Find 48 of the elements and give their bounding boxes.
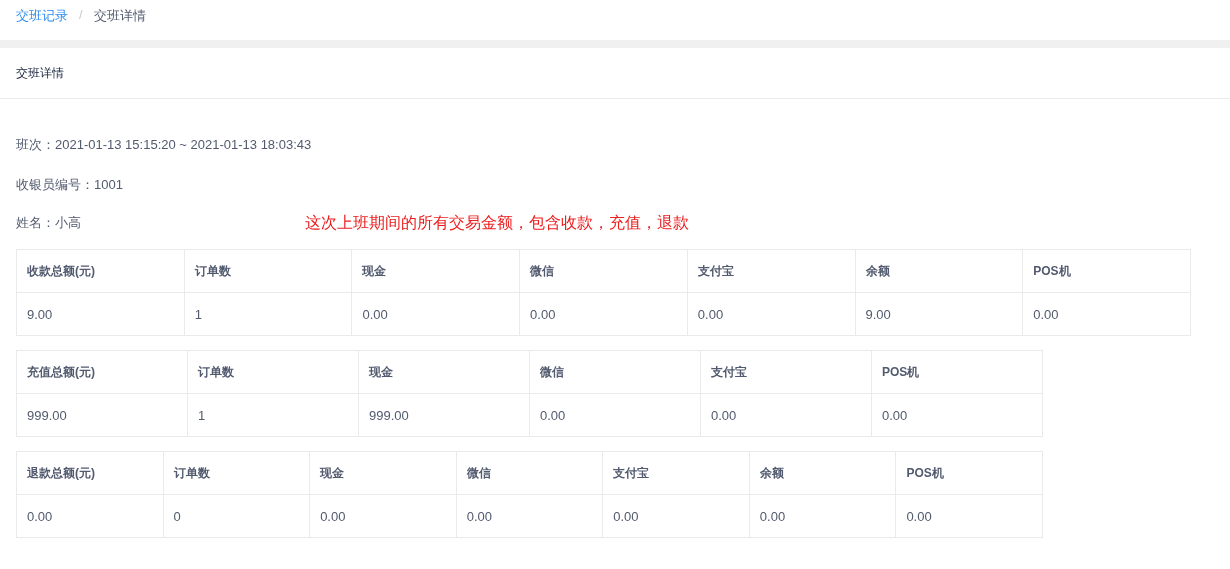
column-header: POS机 [871, 350, 1043, 394]
table-cell: 0.00 [16, 494, 164, 538]
table-cell: 999.00 [358, 393, 530, 437]
column-header: 收款总额(元) [16, 249, 185, 293]
column-header: 充值总额(元) [16, 350, 188, 394]
column-header: 微信 [519, 249, 688, 293]
info-text: 班次：2021-01-13 15:15:20 ~ 2021-01-13 18:03:43 [16, 136, 312, 154]
table-cell: 0.00 [871, 393, 1043, 437]
column-header: 退款总额(元) [16, 451, 164, 495]
table-cell: 0.00 [602, 494, 750, 538]
table-cell: 1 [184, 292, 352, 336]
column-header: 余额 [855, 249, 1023, 293]
column-header: 支付宝 [687, 249, 855, 293]
table-cell: 0.00 [895, 494, 1043, 538]
table-cell: 0.00 [687, 292, 855, 336]
column-header: 订单数 [187, 350, 359, 394]
column-header: 微信 [529, 350, 701, 394]
table-cell: 0.00 [519, 292, 688, 336]
column-header: 支付宝 [700, 350, 872, 394]
table-cell: 0.00 [1022, 292, 1191, 336]
column-header: 余额 [749, 451, 896, 495]
breadcrumb-current: 交班详情 [93, 7, 146, 25]
table-cell: 0.00 [700, 393, 872, 437]
column-header: POS机 [895, 451, 1043, 495]
table-cell: 0.00 [351, 292, 520, 336]
column-header: 现金 [358, 350, 530, 394]
table-cell: 9.00 [855, 292, 1023, 336]
card-title: 交班详情 [16, 64, 64, 82]
info-text: 收银员编号：1001 [16, 176, 123, 194]
column-header: 现金 [351, 249, 520, 293]
table-cell: 999.00 [16, 393, 188, 437]
table-cell: 0.00 [456, 494, 603, 538]
table-cell: 0.00 [529, 393, 701, 437]
breadcrumb-separator: / [79, 7, 83, 22]
table-cell: 0.00 [749, 494, 896, 538]
table-cell: 0 [163, 494, 310, 538]
table-cell: 1 [187, 393, 359, 437]
annotation-text: 这次上班期间的所有交易金额，包含收款，充值，退款 [305, 212, 689, 233]
table-cell: 9.00 [16, 292, 185, 336]
column-header: 订单数 [184, 249, 352, 293]
column-header: POS机 [1022, 249, 1191, 293]
info-text: 姓名：小高 [16, 214, 81, 232]
column-header: 微信 [456, 451, 603, 495]
column-header: 现金 [309, 451, 457, 495]
table-cell: 0.00 [309, 494, 457, 538]
breadcrumb-link[interactable]: 交班记录 [16, 7, 68, 25]
column-header: 支付宝 [602, 451, 750, 495]
column-header: 订单数 [163, 451, 310, 495]
